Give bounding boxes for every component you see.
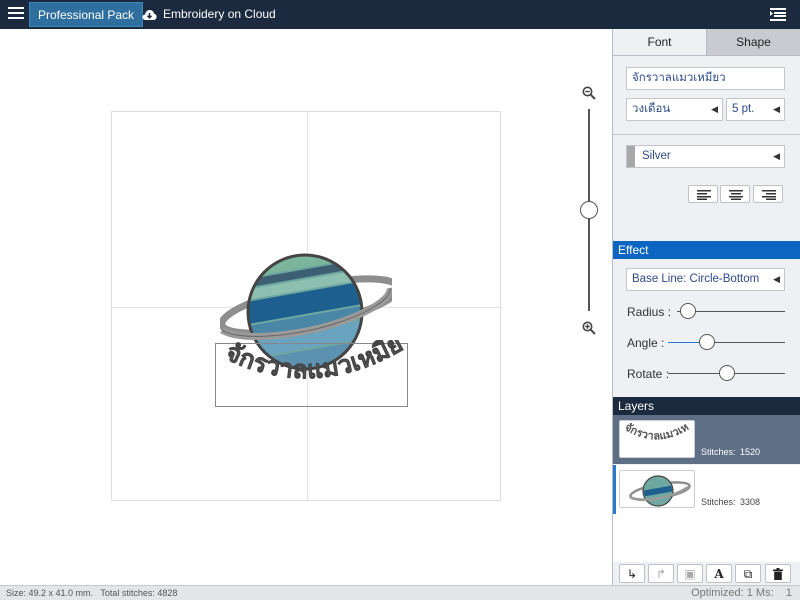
arrow-up-icon: ↱	[655, 567, 667, 581]
status-total-stitches: Total stitches: 4828	[100, 588, 178, 598]
font-size-select[interactable]: 5 pt. ◀	[726, 98, 785, 121]
status-bar: Size: 49.2 x 41.0 mm. Total stitches: 48…	[0, 585, 800, 600]
cloud-label: Embroidery on Cloud	[163, 7, 276, 21]
font-select[interactable]: วงเดือน ◀	[626, 98, 723, 121]
professional-pack-button[interactable]: Professional Pack	[29, 2, 144, 27]
angle-slider-knob[interactable]	[698, 334, 715, 350]
curved-thai-text[interactable]: จักรวาลแมวเหมียว	[218, 340, 408, 406]
top-bar: Professional Pack Embroidery on Cloud	[0, 0, 800, 29]
status-size: Size: 49.2 x 41.0 mm.	[6, 588, 94, 598]
rotate-slider-knob[interactable]	[718, 365, 735, 381]
chevron-left-icon: ◀	[773, 274, 780, 284]
group-button[interactable]: ▣	[677, 564, 703, 583]
text-input[interactable]: จักรวาลแมวเหมียว	[626, 67, 785, 90]
font-size-value: 5 pt.	[732, 103, 755, 115]
layers-empty-area	[613, 514, 800, 562]
tab-shape[interactable]: Shape	[706, 29, 800, 56]
chevron-left-icon: ◀	[711, 104, 718, 114]
status-optimized-label: Optimized: 1 Ms:	[691, 587, 774, 599]
trash-icon	[773, 568, 783, 580]
layer-stitches-value: 1520	[740, 447, 761, 457]
chevron-left-icon: ◀	[773, 151, 780, 161]
chevron-left-icon: ◀	[773, 104, 780, 114]
panel-tabs: Font Shape	[613, 29, 800, 56]
layer-thumbnail: จักรวาลแมวเหมียว	[619, 420, 695, 458]
radius-label: Radius :	[627, 305, 672, 319]
layer-item-text[interactable]: จักรวาลแมวเหมียว Stitches: 1520	[613, 415, 800, 464]
radius-slider-knob[interactable]	[679, 303, 696, 319]
effect-header: Effect	[613, 241, 800, 259]
tab-font[interactable]: Font	[613, 29, 706, 56]
angle-label: Angle :	[627, 336, 665, 350]
embroidery-cloud-link[interactable]: Embroidery on Cloud	[142, 0, 276, 29]
status-size-total: Size: 49.2 x 41.0 mm. Total stitches: 48…	[6, 586, 177, 600]
color-name: Silver	[642, 150, 671, 162]
layer-stitches-label: Stitches:	[701, 497, 736, 507]
color-swatch	[627, 146, 635, 167]
add-text-button[interactable]: A	[706, 564, 732, 583]
svg-text:จักรวาลแมวเหมียว: จักรวาลแมวเหมียว	[620, 421, 691, 443]
font-select-value: วงเดือน	[632, 103, 671, 115]
status-count: 1	[785, 587, 792, 599]
list-menu-icon[interactable]	[770, 8, 786, 21]
align-left-icon	[697, 190, 711, 200]
move-up-button[interactable]: ↱	[648, 564, 674, 583]
layer-toolbar: ↳ ↱ ▣ A ⧉	[613, 563, 800, 585]
layers-header: Layers	[613, 397, 800, 415]
angle-slider-track[interactable]	[706, 342, 785, 343]
delete-button[interactable]	[765, 564, 791, 583]
hoop-area: จักรวาลแมวเหมียว	[111, 111, 501, 501]
zoom-slider-knob[interactable]	[580, 201, 598, 219]
layer-stitches-label: Stitches:	[701, 447, 736, 457]
status-optimized: Optimized: 1 Ms: 1	[691, 586, 792, 600]
color-select[interactable]: Silver ◀	[626, 145, 785, 168]
arrow-down-icon: ↳	[626, 567, 638, 581]
zoom-out-icon[interactable]	[582, 86, 596, 100]
layer-item-planet[interactable]: Stitches: 3308	[613, 465, 800, 514]
svg-text:จักรวาลแมวเหมียว: จักรวาลแมวเหมียว	[218, 340, 408, 384]
zoom-in-icon[interactable]	[582, 321, 596, 335]
cloud-download-icon	[142, 9, 157, 20]
base-line-value: Base Line: Circle-Bottom	[632, 273, 760, 285]
layer-thumbnail	[619, 470, 695, 508]
text-input-value: จักรวาลแมวเหมียว	[632, 72, 726, 84]
properties-panel: Font Shape จักรวาลแมวเหมียว วงเดือน ◀ 5 …	[612, 29, 800, 585]
text-thumbnail-icon: จักรวาลแมวเหมียว	[620, 421, 691, 443]
duplicate-button[interactable]: ⧉	[735, 564, 761, 583]
text-icon: A	[714, 567, 724, 581]
align-center-icon	[729, 190, 743, 200]
group-icon: ▣	[684, 567, 696, 581]
rotate-label: Rotate :	[627, 367, 670, 381]
align-center-button[interactable]	[720, 185, 750, 203]
divider	[613, 134, 800, 135]
planet-thumbnail-icon	[629, 475, 691, 507]
base-line-select[interactable]: Base Line: Circle-Bottom ◀	[626, 268, 785, 291]
align-left-button[interactable]	[688, 185, 718, 203]
layer-stitches-value: 3308	[740, 497, 761, 507]
design-canvas[interactable]: จักรวาลแมวเหมียว	[0, 29, 612, 585]
move-down-button[interactable]: ↳	[619, 564, 645, 583]
align-right-button[interactable]	[753, 185, 783, 203]
hamburger-menu-icon[interactable]	[8, 7, 24, 21]
align-right-icon	[762, 190, 776, 200]
copy-icon: ⧉	[743, 567, 753, 581]
